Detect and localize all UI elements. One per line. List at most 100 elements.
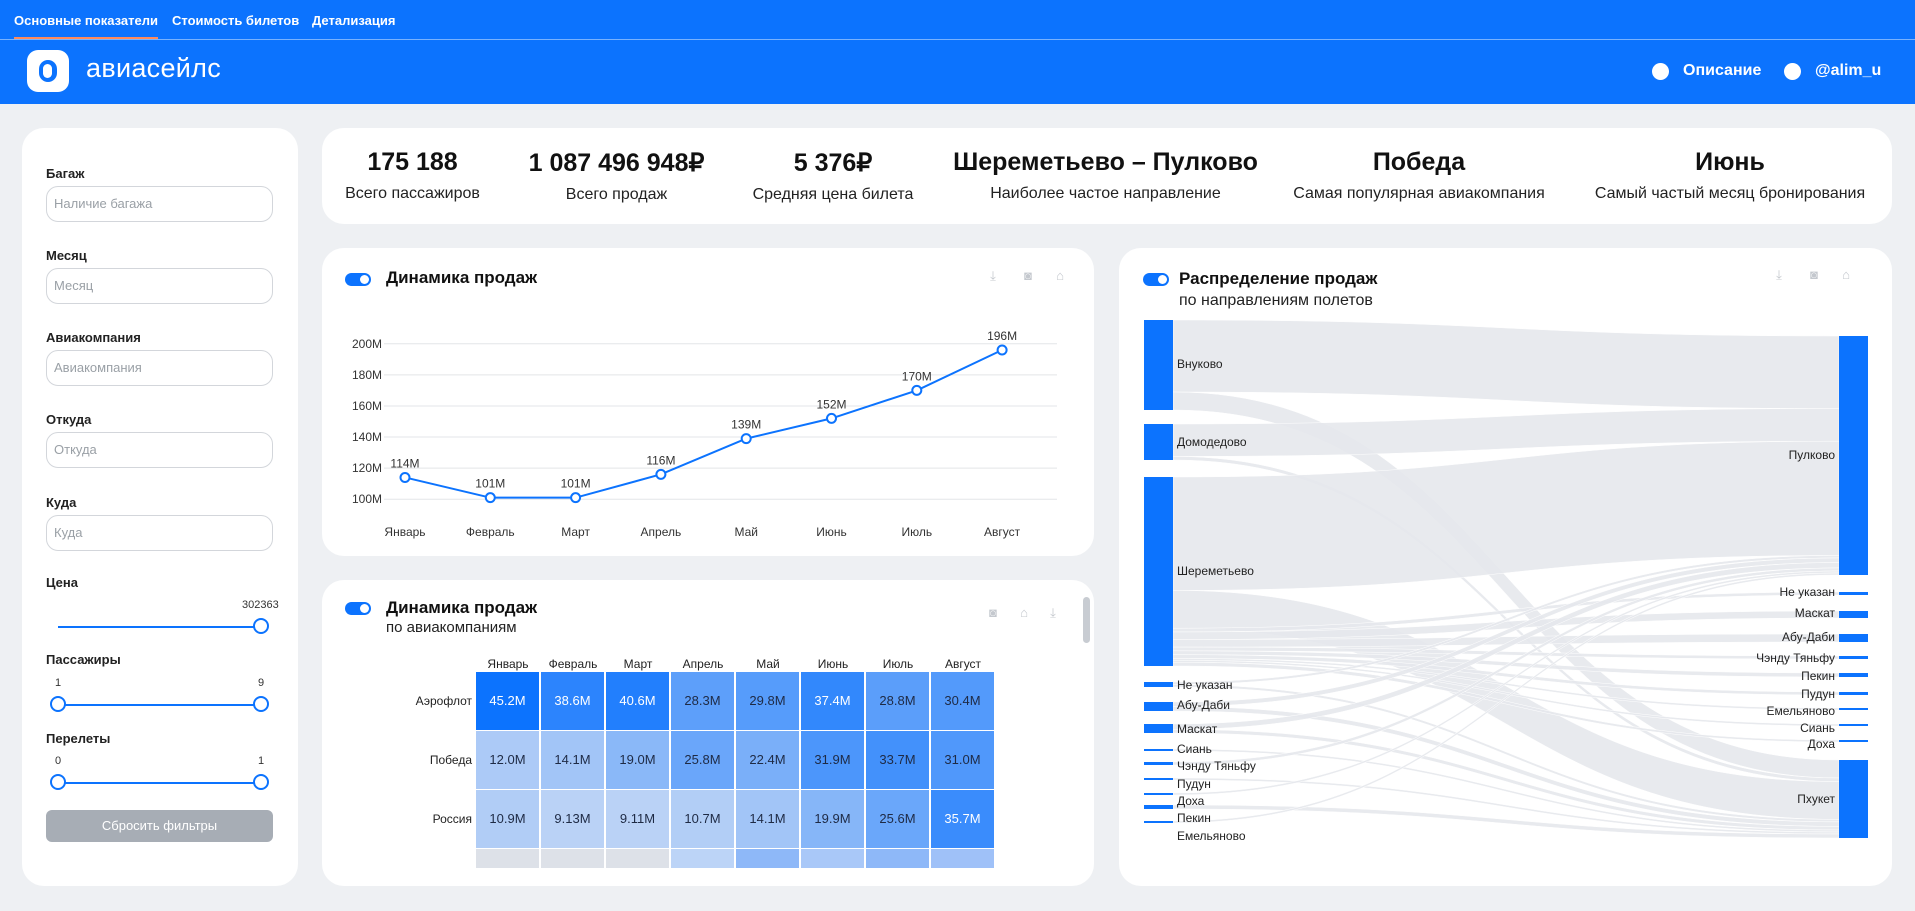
- heatmap-cell[interactable]: [931, 849, 994, 868]
- from-label: Откуда: [46, 412, 92, 427]
- heatmap-cell[interactable]: 10.7M: [671, 790, 734, 848]
- heatmap-cell[interactable]: 19.0M: [606, 731, 669, 789]
- x-tick-label: Июль: [901, 525, 932, 539]
- heatmap-toggle[interactable]: [345, 602, 371, 615]
- sankey-target-label: Абу-Даби: [1782, 630, 1835, 644]
- heatmap-cell[interactable]: [606, 849, 669, 868]
- sankey-source-label: Доха: [1177, 794, 1205, 808]
- heatmap-cell[interactable]: 28.8M: [866, 672, 929, 730]
- transfers-max-value: 1: [258, 755, 265, 767]
- heatmap-cell[interactable]: 37.4M: [801, 672, 864, 730]
- sankey-source-label: Емельяново: [1177, 829, 1246, 843]
- x-tick-label: Май: [734, 525, 758, 539]
- sankey-source-label: Пекин: [1177, 811, 1211, 825]
- download-icon[interactable]: ⤓: [1045, 606, 1061, 620]
- heatmap-cell[interactable]: 38.6M: [541, 672, 604, 730]
- heatmap-cell[interactable]: [866, 849, 929, 868]
- passengers-slider-track[interactable]: [58, 704, 261, 706]
- description-link[interactable]: Описание: [1683, 62, 1761, 80]
- passengers-max-handle[interactable]: [253, 696, 269, 712]
- heatmap-cell[interactable]: 9.13M: [541, 790, 604, 848]
- sankey-source-label: Абу-Даби: [1177, 698, 1230, 712]
- heatmap-cell[interactable]: 25.6M: [866, 790, 929, 848]
- heatmap-cell[interactable]: [541, 849, 604, 868]
- heatmap-cell[interactable]: [801, 849, 864, 868]
- y-tick-label: 120M: [352, 461, 382, 475]
- sankey-source-label: Маскат: [1177, 722, 1218, 736]
- month-select[interactable]: Месяц: [46, 268, 273, 304]
- from-select[interactable]: Откуда: [46, 432, 273, 468]
- heatmap-cell[interactable]: 9.11M: [606, 790, 669, 848]
- airline-select[interactable]: Авиакомпания: [46, 350, 273, 386]
- home-icon[interactable]: ⌂: [1016, 606, 1032, 620]
- heatmap-cell[interactable]: 10.9M: [476, 790, 539, 848]
- transfers-max-handle[interactable]: [253, 774, 269, 790]
- filters-panel: Багаж Наличие багажа Месяц Месяц Авиаком…: [22, 128, 298, 886]
- transfers-min-handle[interactable]: [50, 774, 66, 790]
- price-slider-track[interactable]: [58, 626, 261, 628]
- transfers-label: Перелеты: [46, 731, 111, 746]
- sankey-target-node: [1839, 740, 1868, 742]
- sankey-source-label: Внуково: [1177, 357, 1223, 371]
- heatmap-cell[interactable]: [736, 849, 799, 868]
- heatmap-cell[interactable]: 35.7M: [931, 790, 994, 848]
- kpi-label: Самый частый месяц бронирования: [1594, 185, 1866, 202]
- heatmap-cell[interactable]: 22.4M: [736, 731, 799, 789]
- x-tick-label: Январь: [384, 525, 425, 539]
- data-point: [911, 384, 923, 396]
- heatmap-cell[interactable]: [476, 849, 539, 868]
- heatmap-cell[interactable]: 31.9M: [801, 731, 864, 789]
- sankey-target-node: [1839, 611, 1868, 618]
- heatmap-cell[interactable]: [671, 849, 734, 868]
- passengers-max-value: 9: [258, 677, 265, 689]
- top-tabs: Основные показатели Стоимость билетов Де…: [0, 0, 1915, 40]
- sankey-source-node: [1144, 477, 1173, 666]
- sankey-target-node: [1839, 634, 1868, 642]
- heatmap-cell[interactable]: 25.8M: [671, 731, 734, 789]
- heatmap-cell[interactable]: 45.2M: [476, 672, 539, 730]
- heatmap-cell[interactable]: 31.0M: [931, 731, 994, 789]
- sankey-target-label: Не указан: [1779, 585, 1835, 599]
- heatmap-scrollbar[interactable]: [1083, 597, 1090, 643]
- kpi-panel: 175 188 Всего пассажиров 1 087 496 948₽ Вс…: [322, 128, 1892, 224]
- heatmap-cell[interactable]: 14.1M: [541, 731, 604, 789]
- camera-icon[interactable]: ◙: [985, 606, 1001, 620]
- tab-ticket-cost[interactable]: Стоимость билетов: [172, 13, 299, 28]
- heatmap-cell[interactable]: 30.4M: [931, 672, 994, 730]
- sankey-source-node: [1144, 320, 1173, 410]
- sankey-target-label: Доха: [1808, 737, 1836, 751]
- data-point: [399, 471, 411, 483]
- passengers-min-handle[interactable]: [50, 696, 66, 712]
- reset-filters-button[interactable]: Сбросить фильтры: [46, 810, 273, 842]
- heatmap-cell[interactable]: 33.7M: [866, 731, 929, 789]
- heatmap-cell[interactable]: 12.0M: [476, 731, 539, 789]
- kpi-top-month: Июнь Самый частый месяц бронирования: [1585, 148, 1875, 203]
- to-select[interactable]: Куда: [46, 515, 273, 551]
- sankey-target-label: Сиань: [1800, 721, 1835, 735]
- telegram-link[interactable]: @alim_u: [1815, 62, 1881, 80]
- data-label: 196M: [987, 329, 1017, 343]
- sankey-source-node: [1144, 805, 1173, 809]
- tab-details[interactable]: Детализация: [312, 13, 395, 28]
- kpi-label: Всего продаж: [565, 186, 668, 203]
- tab-main-metrics[interactable]: Основные показатели: [14, 13, 158, 39]
- kpi-value: 175 188: [367, 148, 458, 176]
- heatmap-cell[interactable]: 40.6M: [606, 672, 669, 730]
- kpi-value: Шереметьево – Пулково: [953, 148, 1258, 176]
- sankey-target-node: [1839, 656, 1868, 659]
- data-point: [655, 468, 667, 480]
- heatmap-column-label: Апрель: [682, 657, 724, 671]
- transfers-slider-track[interactable]: [58, 782, 261, 784]
- data-point: [826, 412, 837, 424]
- heatmap-cell[interactable]: 29.8M: [736, 672, 799, 730]
- kpi-value: Июнь: [1695, 148, 1765, 176]
- sankey-source-node: [1144, 424, 1173, 460]
- price-max-handle[interactable]: [253, 618, 269, 634]
- heatmap-column-label: Февраль: [548, 657, 598, 671]
- heatmap-cell[interactable]: 28.3M: [671, 672, 734, 730]
- heatmap-cell[interactable]: 19.9M: [801, 790, 864, 848]
- sankey-source-node: [1144, 702, 1173, 711]
- baggage-select[interactable]: Наличие багажа: [46, 186, 273, 222]
- heatmap-cell[interactable]: 14.1M: [736, 790, 799, 848]
- heatmap-row-label: Россия: [432, 812, 472, 826]
